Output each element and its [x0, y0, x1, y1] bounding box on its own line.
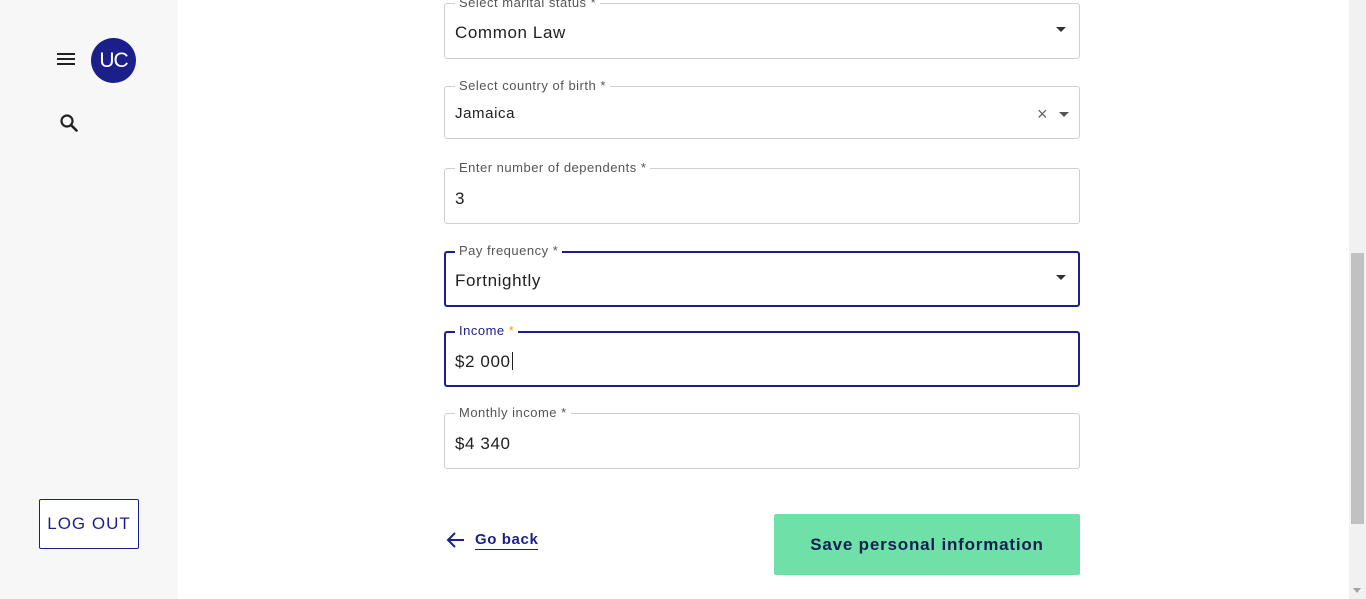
- pay-frequency-select[interactable]: Pay frequency * Fortnightly: [444, 243, 1080, 307]
- chevron-down-icon[interactable]: [1059, 112, 1069, 117]
- scrollbar[interactable]: [1349, 0, 1366, 599]
- chevron-down-icon[interactable]: [1056, 27, 1066, 32]
- marital-status-value: Common Law: [455, 23, 566, 42]
- scrollbar-thumb[interactable]: [1351, 253, 1364, 524]
- scroll-down-arrow-icon[interactable]: [1353, 588, 1361, 593]
- marital-status-select[interactable]: Select marital status * Common Law: [444, 0, 1080, 59]
- income-value: $2 000: [455, 352, 513, 371]
- go-back-label: Go back: [475, 530, 539, 550]
- pay-frequency-value: Fortnightly: [455, 271, 541, 290]
- country-of-birth-value: Jamaica: [455, 105, 516, 122]
- monthly-income-label: Monthly income *: [455, 405, 571, 421]
- dependents-value: 3: [455, 189, 466, 208]
- save-personal-information-button[interactable]: Save personal information: [774, 514, 1080, 575]
- clear-icon[interactable]: ×: [1037, 105, 1048, 123]
- dependents-input[interactable]: Enter number of dependents * 3: [444, 160, 1080, 224]
- monthly-income-input[interactable]: Monthly income * $4 340: [444, 405, 1080, 469]
- logout-button[interactable]: LOG OUT: [39, 499, 139, 549]
- income-input[interactable]: Income * $2 000: [444, 323, 1080, 387]
- pay-frequency-label: Pay frequency *: [455, 243, 563, 259]
- marital-status-label: Select marital status *: [455, 0, 601, 11]
- avatar[interactable]: UC: [91, 38, 136, 83]
- country-of-birth-label: Select country of birth *: [455, 78, 610, 94]
- dependents-label: Enter number of dependents *: [455, 160, 651, 176]
- go-back-link[interactable]: Go back: [446, 528, 539, 552]
- sidebar: UC LOG OUT: [0, 0, 178, 599]
- income-label: Income *: [455, 323, 519, 339]
- chevron-down-icon[interactable]: [1056, 275, 1066, 280]
- country-of-birth-select[interactable]: Select country of birth * Jamaica ×: [444, 78, 1080, 139]
- monthly-income-value: $4 340: [455, 434, 511, 453]
- arrow-left-icon: [446, 532, 464, 548]
- search-icon[interactable]: [58, 112, 80, 134]
- hamburger-menu-icon[interactable]: [55, 50, 77, 68]
- text-cursor: [511, 352, 513, 370]
